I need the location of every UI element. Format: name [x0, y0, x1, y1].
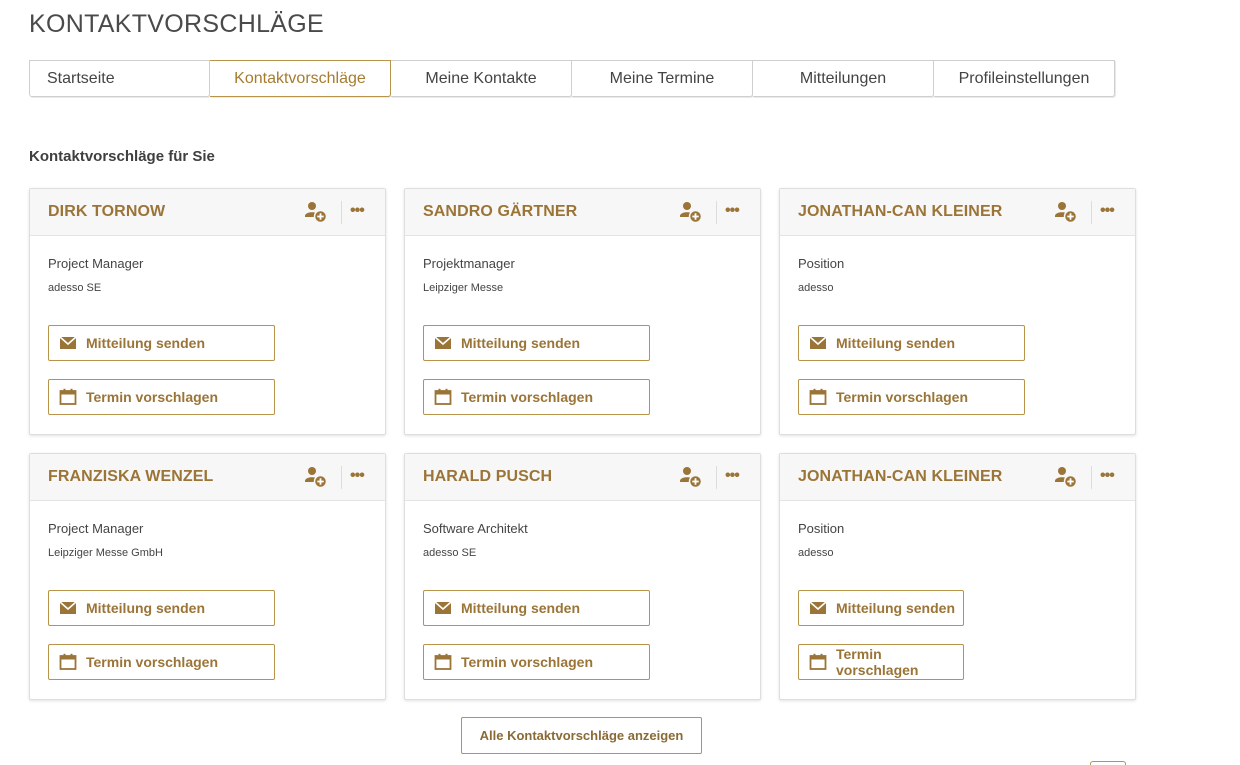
card-header: HARALD PUSCH •••: [405, 454, 760, 501]
contact-position: Project Manager: [48, 521, 144, 536]
more-options-icon[interactable]: •••: [350, 202, 365, 220]
contact-position: Project Manager: [48, 256, 144, 271]
main-tabs: Startseite Kontaktvorschläge Meine Konta…: [29, 60, 1115, 97]
calendar-icon: [434, 388, 452, 406]
header-divider: [341, 466, 342, 489]
send-message-label: Mitteilung senden: [86, 335, 205, 351]
contact-position: Software Architekt: [423, 521, 528, 536]
suggest-appointment-button[interactable]: Termin vorschlagen: [798, 379, 1025, 415]
tab-profileinstellungen[interactable]: Profileinstellungen: [934, 60, 1115, 97]
send-message-label: Mitteilung senden: [461, 335, 580, 351]
contact-company: adesso: [798, 547, 834, 559]
envelope-icon: [434, 334, 452, 352]
contact-position: Position: [798, 521, 845, 536]
add-contact-icon[interactable]: [1054, 200, 1078, 224]
contact-name[interactable]: DIRK TORNOW: [48, 203, 165, 221]
envelope-icon: [59, 599, 77, 617]
header-divider: [1091, 201, 1092, 224]
add-contact-icon[interactable]: [304, 465, 328, 489]
contact-card: JONATHAN-CAN KLEINER ••• Position adesso Mit…: [779, 188, 1136, 435]
tab-kontaktvorschlaege[interactable]: Kontaktvorschläge: [210, 60, 391, 97]
suggest-appointment-label: Termin vorschlagen: [461, 389, 594, 405]
calendar-icon: [809, 653, 827, 671]
envelope-icon: [434, 599, 452, 617]
contact-card: JONATHAN-CAN KLEINER ••• Position adesso Mit…: [779, 453, 1136, 700]
send-message-label: Mitteilung senden: [836, 600, 955, 616]
more-options-icon[interactable]: •••: [350, 467, 365, 485]
suggest-appointment-button[interactable]: Termin vorschlagen: [423, 644, 650, 680]
header-divider: [1091, 466, 1092, 489]
add-contact-icon[interactable]: [1054, 465, 1078, 489]
card-header: SANDRO GÄRTNER •••: [405, 189, 760, 236]
suggest-appointment-button[interactable]: Termin vorschlagen: [48, 379, 275, 415]
header-divider: [341, 201, 342, 224]
contact-company: adesso: [798, 282, 834, 294]
contact-name[interactable]: HARALD PUSCH: [423, 468, 552, 486]
more-options-icon[interactable]: •••: [725, 467, 740, 485]
page-title: KONTAKTVORSCHLÄGE: [29, 10, 324, 38]
header-divider: [716, 201, 717, 224]
suggest-appointment-label: Termin vorschlagen: [86, 389, 219, 405]
calendar-icon: [809, 388, 827, 406]
suggest-appointment-label: Termin vorschlagen: [461, 654, 594, 670]
suggest-appointment-label: Termin vorschlagen: [86, 654, 219, 670]
send-message-label: Mitteilung senden: [461, 600, 580, 616]
more-options-icon[interactable]: •••: [1100, 467, 1115, 485]
more-options-icon[interactable]: •••: [1100, 202, 1115, 220]
contact-card: FRANZISKA WENZEL ••• Project Manager Leipzi…: [29, 453, 386, 700]
envelope-icon: [809, 599, 827, 617]
tab-meine-kontakte[interactable]: Meine Kontakte: [391, 60, 572, 97]
contact-name[interactable]: FRANZISKA WENZEL: [48, 468, 213, 486]
partial-button[interactable]: [1090, 761, 1126, 765]
tab-mitteilungen[interactable]: Mitteilungen: [753, 60, 934, 97]
add-contact-icon[interactable]: [679, 465, 703, 489]
contact-name[interactable]: JONATHAN-CAN KLEINER: [798, 468, 1002, 486]
contact-card: SANDRO GÄRTNER ••• Projektmanager Leipziger…: [404, 188, 761, 435]
send-message-label: Mitteilung senden: [86, 600, 205, 616]
send-message-button[interactable]: Mitteilung senden: [798, 590, 964, 626]
contact-company: Leipziger Messe GmbH: [48, 547, 163, 559]
contact-position: Projektmanager: [423, 256, 515, 271]
suggest-appointment-button[interactable]: Termin vorschlagen: [798, 644, 964, 680]
card-header: JONATHAN-CAN KLEINER •••: [780, 189, 1135, 236]
calendar-icon: [434, 653, 452, 671]
send-message-button[interactable]: Mitteilung senden: [423, 590, 650, 626]
calendar-icon: [59, 388, 77, 406]
contact-card: HARALD PUSCH ••• Software Architekt adesso …: [404, 453, 761, 700]
contact-name[interactable]: JONATHAN-CAN KLEINER: [798, 203, 1002, 221]
calendar-icon: [59, 653, 77, 671]
header-divider: [716, 466, 717, 489]
card-header: FRANZISKA WENZEL •••: [30, 454, 385, 501]
contact-company: adesso SE: [48, 282, 102, 294]
send-message-button[interactable]: Mitteilung senden: [798, 325, 1025, 361]
contact-name[interactable]: SANDRO GÄRTNER: [423, 203, 577, 221]
suggest-appointment-label: Termin vorschlagen: [836, 389, 969, 405]
card-header: JONATHAN-CAN KLEINER •••: [780, 454, 1135, 501]
envelope-icon: [809, 334, 827, 352]
add-contact-icon[interactable]: [304, 200, 328, 224]
section-heading: Kontaktvorschläge für Sie: [29, 148, 215, 165]
send-message-button[interactable]: Mitteilung senden: [48, 325, 275, 361]
suggest-appointment-button[interactable]: Termin vorschlagen: [48, 644, 275, 680]
envelope-icon: [59, 334, 77, 352]
tab-startseite[interactable]: Startseite: [29, 60, 210, 97]
suggest-appointment-button[interactable]: Termin vorschlagen: [423, 379, 650, 415]
send-message-button[interactable]: Mitteilung senden: [423, 325, 650, 361]
send-message-label: Mitteilung senden: [836, 335, 955, 351]
contact-company: adesso SE: [423, 547, 477, 559]
show-all-suggestions-button[interactable]: Alle Kontaktvorschläge anzeigen: [461, 717, 702, 754]
suggest-appointment-label: Termin vorschlagen: [836, 646, 919, 678]
contact-position: Position: [798, 256, 845, 271]
send-message-button[interactable]: Mitteilung senden: [48, 590, 275, 626]
contact-card: DIRK TORNOW ••• Project Manager adesso SE Mi…: [29, 188, 386, 435]
more-options-icon[interactable]: •••: [725, 202, 740, 220]
contact-company: Leipziger Messe: [423, 282, 504, 294]
add-contact-icon[interactable]: [679, 200, 703, 224]
tab-meine-termine[interactable]: Meine Termine: [572, 60, 753, 97]
card-header: DIRK TORNOW •••: [30, 189, 385, 236]
